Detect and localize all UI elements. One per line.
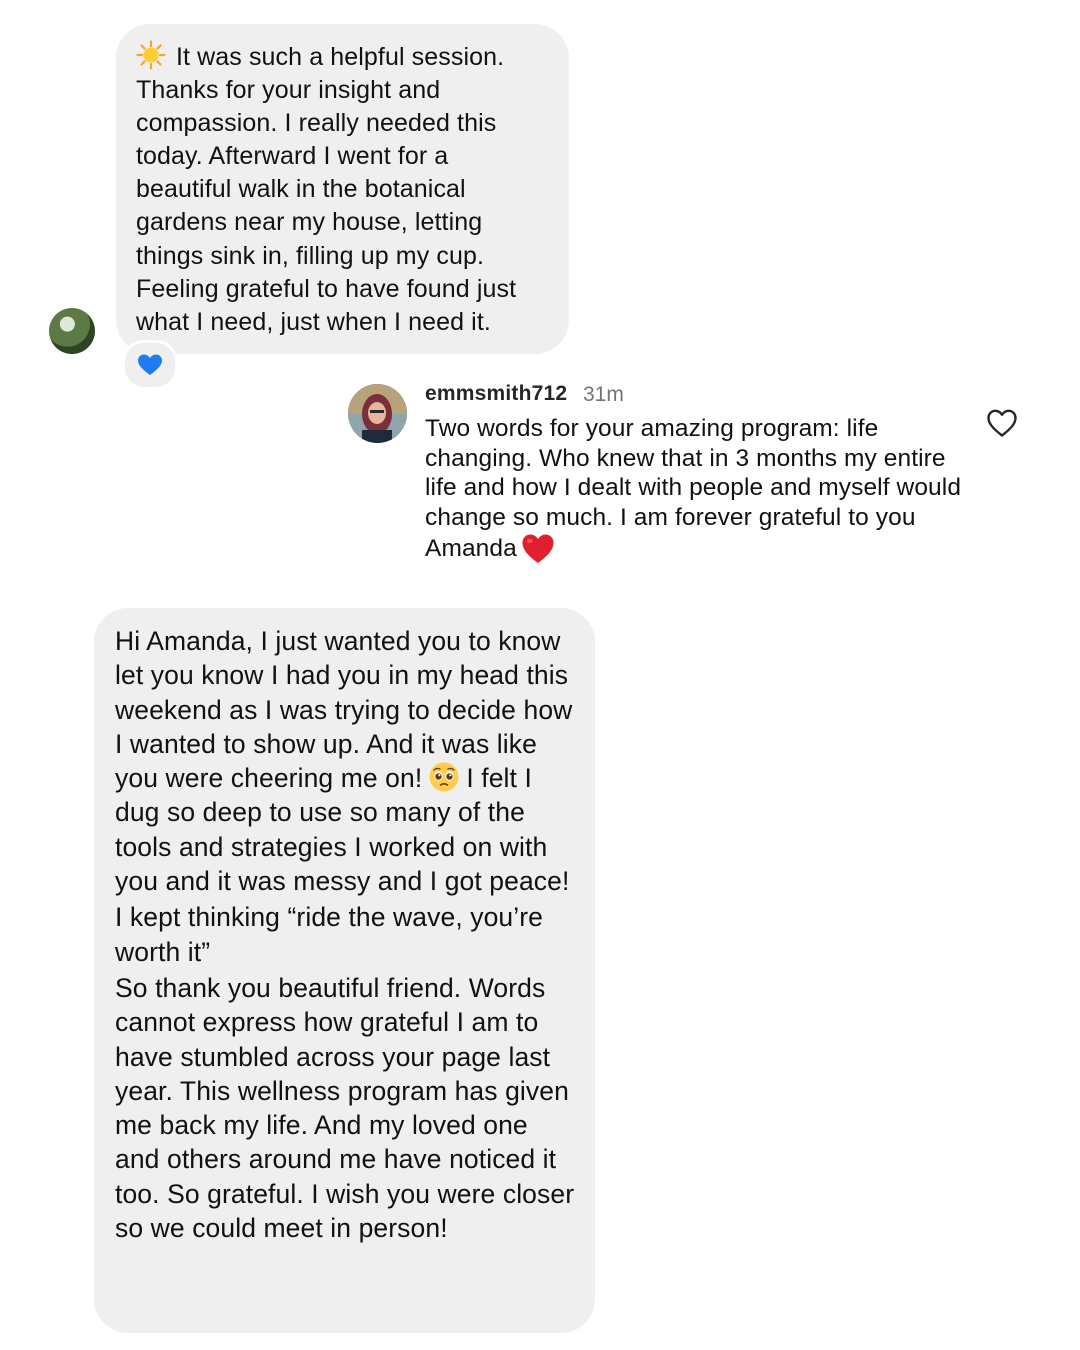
- sender-avatar[interactable]: [49, 308, 95, 354]
- pleading-face-emoji-icon: [428, 761, 460, 793]
- comment-text: Two words for your amazing program: life…: [425, 414, 965, 565]
- message-text: It was such a helpful session. Thanks fo…: [136, 40, 549, 339]
- message-paragraph: Hi Amanda, I just wanted you to know let…: [115, 626, 573, 897]
- red-heart-emoji-icon: [521, 533, 555, 565]
- message-bubble[interactable]: Hi Amanda, I just wanted you to know let…: [94, 608, 595, 1333]
- reaction-badge[interactable]: [122, 340, 178, 390]
- sun-emoji-icon: [136, 40, 166, 70]
- like-heart-icon[interactable]: [986, 408, 1018, 438]
- message-paragraph: So thank you beautiful friend. Words can…: [115, 972, 575, 1244]
- comment-item: emmsmith712 31m Two words for your amazi…: [348, 382, 1028, 582]
- comment-username[interactable]: emmsmith712: [425, 382, 567, 406]
- commenter-avatar[interactable]: [348, 384, 407, 443]
- message-paragraph: I kept thinking “ride the wave, you’re w…: [115, 902, 544, 967]
- comment-time: 31m: [583, 383, 624, 406]
- blue-heart-icon: [138, 354, 162, 375]
- message-bubble[interactable]: It was such a helpful session. Thanks fo…: [116, 24, 569, 354]
